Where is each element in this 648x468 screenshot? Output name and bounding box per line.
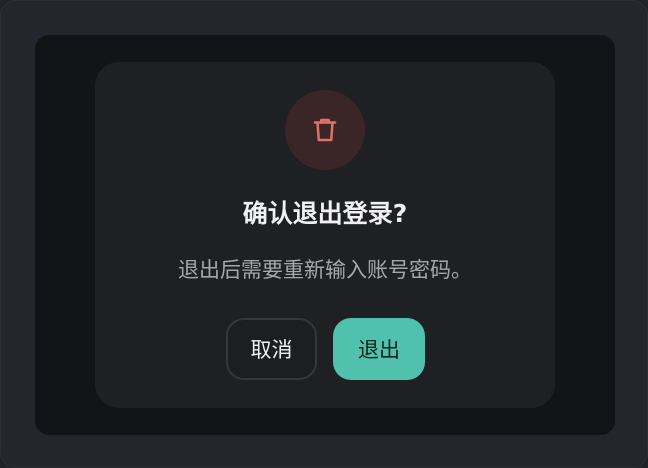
dialog-title: 确认退出登录?: [242, 199, 408, 228]
trash-icon-badge: [285, 90, 365, 170]
confirm-logout-button[interactable]: 退出: [333, 318, 425, 380]
logout-confirm-dialog: 确认退出登录? 退出后需要重新输入账号密码。 取消 退出: [95, 62, 555, 408]
cancel-button[interactable]: 取消: [226, 318, 317, 380]
app-window: 确认退出登录? 退出后需要重新输入账号密码。 取消 退出: [0, 0, 648, 468]
trash-icon: [313, 118, 337, 142]
dialog-message: 退出后需要重新输入账号密码。: [178, 258, 472, 282]
